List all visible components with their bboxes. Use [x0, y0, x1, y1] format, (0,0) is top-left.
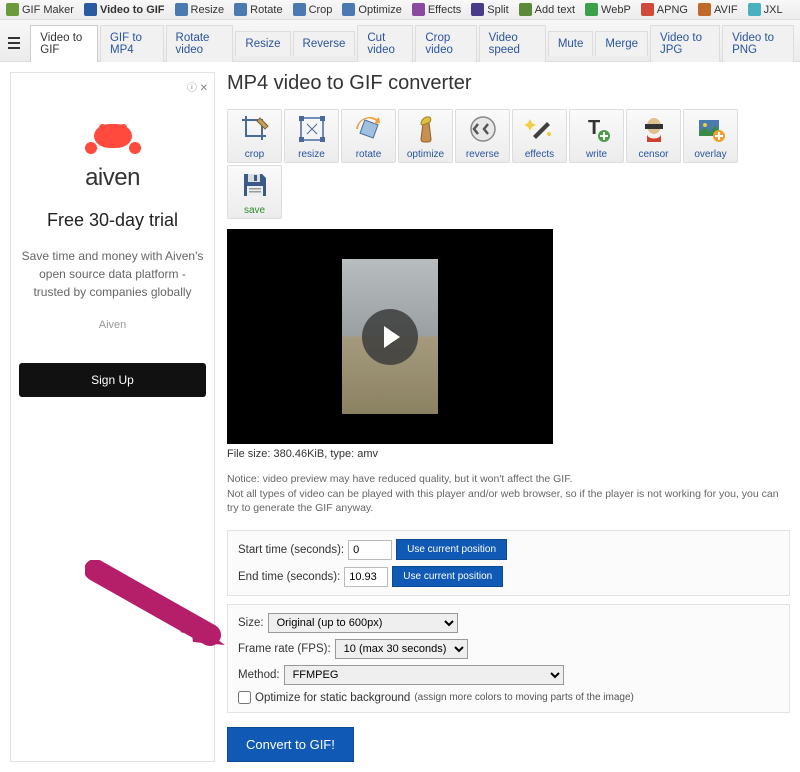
gif-icon	[6, 3, 19, 16]
topnav-video-to-gif[interactable]: Video to GIF	[84, 3, 165, 16]
vid-icon	[84, 3, 97, 16]
tool-crop[interactable]: crop	[227, 109, 282, 163]
tool-reverse[interactable]: reverse	[455, 109, 510, 163]
tool-effects[interactable]: effects	[512, 109, 567, 163]
split-icon	[471, 3, 484, 16]
ad-info-icon[interactable]: ⓘ ✕	[17, 79, 208, 94]
convert-button[interactable]: Convert to GIF!	[227, 727, 354, 762]
method-select[interactable]: FFMPEG	[284, 665, 564, 685]
start-time-label: Start time (seconds):	[238, 544, 344, 556]
topnav-crop[interactable]: Crop	[293, 3, 333, 16]
ad-brand: aiven	[17, 164, 208, 192]
time-options: Start time (seconds): Use current positi…	[227, 530, 790, 596]
end-time-input[interactable]	[344, 567, 388, 587]
method-label: Method:	[238, 669, 280, 681]
ad-headline: Free 30-day trial	[17, 210, 208, 231]
aiven-logo-icon	[89, 124, 137, 156]
optimize-icon	[411, 114, 441, 144]
use-position-start-button[interactable]: Use current position	[396, 539, 507, 560]
tool-optimize[interactable]: optimize	[398, 109, 453, 163]
optimize-checkbox[interactable]	[238, 691, 251, 704]
webp-icon	[585, 3, 598, 16]
optimize-hint: (assign more colors to moving parts of t…	[414, 692, 634, 703]
tab-video-to-jpg[interactable]: Video to JPG	[650, 25, 720, 62]
tool-overlay[interactable]: overlay	[683, 109, 738, 163]
tab-video-speed[interactable]: Video speed	[479, 25, 546, 62]
optimize-label: Optimize for static background	[255, 692, 410, 704]
topnav-split[interactable]: Split	[471, 3, 508, 16]
tab-gif-to-mp4[interactable]: GIF to MP4	[100, 25, 164, 62]
file-info: File size: 380.46KiB, type: amv	[227, 448, 790, 460]
ad-source: Aiven	[17, 319, 208, 331]
tab-cut-video[interactable]: Cut video	[357, 25, 413, 62]
overlay-icon	[696, 114, 726, 144]
topnav-add-text[interactable]: Add text	[519, 3, 575, 16]
ad-description: Save time and money with Aiven's open so…	[17, 247, 208, 301]
ad-signup-button[interactable]: Sign Up	[19, 363, 206, 397]
tab-rotate-video[interactable]: Rotate video	[166, 25, 234, 62]
topnav-jxl[interactable]: JXL	[748, 3, 783, 16]
topnav-gif-maker[interactable]: GIF Maker	[6, 3, 74, 16]
txt-icon	[519, 3, 532, 16]
reverse-icon	[468, 114, 498, 144]
tool-toolbar: cropresizerotateoptimizereverseeffectsTw…	[227, 109, 790, 219]
play-icon[interactable]	[362, 309, 418, 365]
output-options: Size: Original (up to 600px) Frame rate …	[227, 604, 790, 713]
tab-bar: Video to GIFGIF to MP4Rotate videoResize…	[0, 20, 800, 62]
censor-icon	[639, 114, 669, 144]
fps-select[interactable]: 10 (max 30 seconds)	[335, 639, 468, 659]
ad-panel: ⓘ ✕ aiven Free 30-day trial Save time an…	[10, 72, 215, 762]
tool-save[interactable]: save	[227, 165, 282, 219]
tab-mute[interactable]: Mute	[548, 31, 594, 56]
page-title: MP4 video to GIF converter	[227, 72, 790, 95]
hamburger-icon[interactable]	[6, 34, 22, 52]
effects-icon	[525, 114, 555, 144]
rotate-icon	[354, 114, 384, 144]
tab-crop-video[interactable]: Crop video	[415, 25, 476, 62]
save-icon	[240, 170, 270, 200]
tool-resize[interactable]: resize	[284, 109, 339, 163]
top-nav: GIF Maker Video to GIF Resize Rotate Crop Opt…	[0, 0, 800, 20]
fps-label: Frame rate (FPS):	[238, 643, 331, 655]
tab-resize[interactable]: Resize	[235, 31, 290, 56]
topnav-apng[interactable]: APNG	[641, 3, 688, 16]
apng-icon	[641, 3, 654, 16]
tab-reverse[interactable]: Reverse	[293, 31, 356, 56]
tool-write[interactable]: Twrite	[569, 109, 624, 163]
topnav-effects[interactable]: Effects	[412, 3, 461, 16]
opt-icon	[342, 3, 355, 16]
crop-icon	[293, 3, 306, 16]
write-icon: T	[582, 114, 612, 144]
use-position-end-button[interactable]: Use current position	[392, 566, 503, 587]
topnav-avif[interactable]: AVIF	[698, 3, 738, 16]
tab-video-to-gif[interactable]: Video to GIF	[30, 25, 98, 62]
res-icon	[175, 3, 188, 16]
tool-censor[interactable]: censor	[626, 109, 681, 163]
rot-icon	[234, 3, 247, 16]
tool-rotate[interactable]: rotate	[341, 109, 396, 163]
fx-icon	[412, 3, 425, 16]
end-time-label: End time (seconds):	[238, 571, 340, 583]
topnav-rotate[interactable]: Rotate	[234, 3, 282, 16]
topnav-webp[interactable]: WebP	[585, 3, 631, 16]
video-preview[interactable]	[227, 229, 553, 444]
crop-icon	[240, 114, 270, 144]
size-select[interactable]: Original (up to 600px)	[268, 613, 458, 633]
tab-video-to-png[interactable]: Video to PNG	[722, 25, 794, 62]
start-time-input[interactable]	[348, 540, 392, 560]
jxl-icon	[748, 3, 761, 16]
resize-icon	[297, 114, 327, 144]
notice-text: Notice: video preview may have reduced q…	[227, 472, 790, 516]
tab-merge[interactable]: Merge	[595, 31, 648, 56]
topnav-resize[interactable]: Resize	[175, 3, 225, 16]
avif-icon	[698, 3, 711, 16]
size-label: Size:	[238, 617, 264, 629]
topnav-optimize[interactable]: Optimize	[342, 3, 401, 16]
